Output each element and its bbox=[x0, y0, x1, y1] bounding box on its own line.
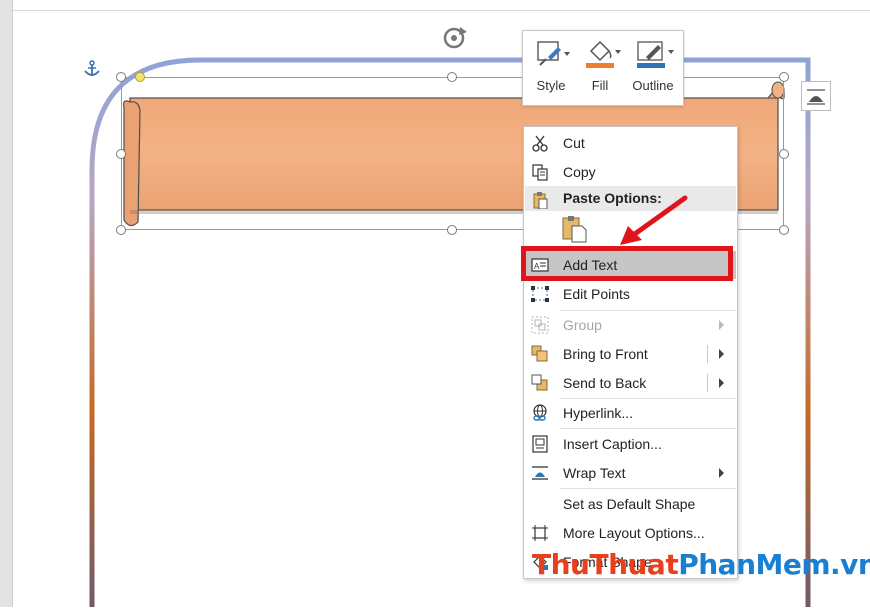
paste-keep-formatting-button[interactable] bbox=[560, 215, 588, 243]
clipboard-icon bbox=[533, 192, 548, 209]
resize-handle-left[interactable] bbox=[116, 149, 126, 159]
resize-handle-right[interactable] bbox=[779, 149, 789, 159]
resize-handle-bottom[interactable] bbox=[447, 225, 457, 235]
menu-label-hyperlink: Hyperlink... bbox=[563, 405, 634, 421]
resize-handle-top-right[interactable] bbox=[779, 72, 789, 82]
submenu-arrow-icon[interactable] bbox=[719, 378, 724, 388]
menu-label-bring-to-front: Bring to Front bbox=[563, 346, 648, 362]
menu-label-send-to-back: Send to Back bbox=[563, 375, 647, 391]
edit-points-icon bbox=[531, 286, 549, 302]
menu-label-more-layout-options: More Layout Options... bbox=[563, 525, 705, 541]
menu-label-copy: Copy bbox=[563, 164, 596, 180]
watermark-part3: .vn bbox=[830, 548, 870, 581]
menu-label-cut: Cut bbox=[563, 135, 585, 151]
outline-label: Outline bbox=[632, 78, 674, 93]
fill-button[interactable]: Fill bbox=[575, 37, 625, 99]
resize-handle-bottom-left[interactable] bbox=[116, 225, 126, 235]
submenu-arrow-icon[interactable] bbox=[719, 349, 724, 359]
split-divider bbox=[707, 374, 708, 392]
menu-label-set-default-shape: Set as Default Shape bbox=[563, 496, 696, 512]
menu-label-insert-caption: Insert Caption... bbox=[563, 436, 662, 452]
menu-item-cut[interactable]: Cut bbox=[525, 129, 736, 157]
caption-icon bbox=[532, 435, 548, 453]
hyperlink-icon bbox=[533, 404, 547, 421]
layout-options-button[interactable] bbox=[801, 81, 831, 111]
menu-label-edit-points: Edit Points bbox=[563, 286, 630, 302]
submenu-arrow-icon bbox=[719, 320, 724, 330]
paint-bucket-icon bbox=[586, 40, 621, 68]
rotate-handle-icon[interactable] bbox=[440, 24, 470, 54]
menu-separator bbox=[560, 488, 736, 489]
style-label: Style bbox=[536, 78, 566, 93]
paste-icon bbox=[562, 216, 587, 243]
menu-label-group: Group bbox=[563, 317, 602, 333]
menu-item-hyperlink[interactable]: Hyperlink... bbox=[525, 399, 736, 427]
mini-toolbar: Style Fill Outline bbox=[522, 30, 684, 106]
resize-handle-top-left[interactable] bbox=[116, 72, 126, 82]
scissors-icon bbox=[532, 135, 548, 152]
menu-label-wrap-text: Wrap Text bbox=[563, 465, 626, 481]
resize-handle-bottom-right[interactable] bbox=[779, 225, 789, 235]
menu-item-set-default-shape[interactable]: Set as Default Shape bbox=[525, 490, 736, 518]
style-button[interactable]: Style bbox=[526, 37, 576, 99]
resize-handle-top[interactable] bbox=[447, 72, 457, 82]
style-icon bbox=[537, 41, 570, 66]
menu-item-more-layout-options[interactable]: More Layout Options... bbox=[525, 519, 736, 547]
fill-label: Fill bbox=[591, 78, 609, 93]
watermark-logo: ThuThuatPhanMem.vn bbox=[532, 548, 870, 581]
split-divider bbox=[707, 345, 708, 363]
outline-button[interactable]: Outline bbox=[626, 37, 680, 99]
send-back-icon bbox=[531, 374, 548, 391]
menu-separator bbox=[560, 428, 736, 429]
group-icon bbox=[531, 316, 549, 334]
menu-item-wrap-text[interactable]: Wrap Text bbox=[525, 459, 736, 487]
watermark-part1: ThuThuat bbox=[532, 548, 679, 581]
copy-icon bbox=[532, 164, 548, 181]
bring-front-icon bbox=[531, 345, 548, 362]
outline-pen-icon bbox=[637, 41, 674, 68]
menu-item-edit-points[interactable]: Edit Points bbox=[525, 280, 736, 308]
menu-item-copy[interactable]: Copy bbox=[525, 158, 736, 186]
anchor-icon bbox=[84, 60, 100, 76]
watermark-part2: PhanMem bbox=[678, 548, 831, 581]
layout-icon bbox=[532, 525, 548, 541]
menu-item-insert-caption[interactable]: Insert Caption... bbox=[525, 430, 736, 458]
menu-item-group: Group bbox=[525, 311, 736, 339]
menu-item-bring-to-front[interactable]: Bring to Front bbox=[525, 340, 736, 368]
annotation-arrow-icon bbox=[620, 195, 688, 245]
submenu-arrow-icon bbox=[719, 468, 724, 478]
menu-item-send-to-back[interactable]: Send to Back bbox=[525, 369, 736, 397]
layout-options-icon bbox=[807, 89, 825, 105]
adjust-handle[interactable] bbox=[135, 72, 145, 82]
wrap-text-icon bbox=[532, 466, 548, 480]
